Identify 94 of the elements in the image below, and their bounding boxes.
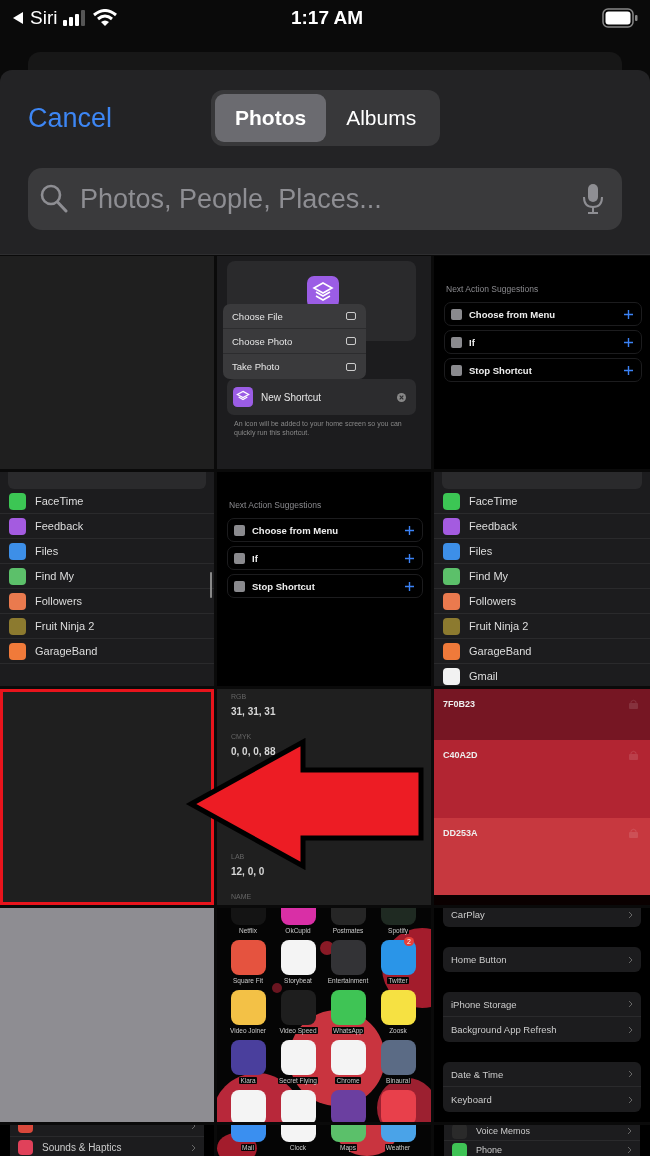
action-label: Choose from Menu	[469, 308, 557, 320]
action-label: If	[252, 552, 259, 564]
segment-tab[interactable]: Photos	[215, 94, 327, 142]
app-name: FaceTime	[35, 495, 84, 507]
section-heading: Next Action Suggestions	[229, 500, 323, 510]
action-icon	[234, 552, 245, 564]
action-icon	[234, 580, 245, 592]
app-name: Files	[35, 545, 59, 557]
menu-item-icon	[346, 337, 356, 345]
app-name: Find My	[35, 570, 75, 582]
chevron-icon	[191, 1143, 196, 1152]
photo-thumbnail[interactable]: 7F0B23 C40A2D DD253A	[434, 689, 650, 905]
chevron-icon	[627, 1146, 632, 1154]
action-label: Choose from Menu	[252, 524, 340, 536]
plus-icon	[624, 309, 633, 319]
plus-icon	[624, 365, 633, 375]
chevron-icon	[628, 1070, 633, 1078]
clear-icon	[397, 392, 406, 402]
settings-item: Home Button	[451, 954, 507, 965]
hex-code: DD253A	[443, 828, 478, 838]
app-name: Find My	[469, 570, 509, 582]
plus-icon	[405, 581, 414, 591]
app-name: Followers	[469, 595, 517, 607]
segment-tab[interactable]: Albums	[326, 94, 437, 142]
photo-thumbnail[interactable]	[0, 908, 214, 1122]
search-icon	[40, 184, 68, 214]
field-value: 31, 31, 31	[231, 706, 277, 717]
action-label: If	[469, 336, 476, 348]
lock-icon	[629, 828, 638, 838]
menu-item-icon	[346, 362, 356, 371]
action-icon	[451, 308, 462, 320]
search-field[interactable]: Photos, People, Places...	[28, 168, 622, 230]
settings-item: Sounds & Haptics	[42, 1142, 123, 1153]
battery-icon	[602, 8, 638, 28]
chevron-icon	[628, 1095, 633, 1104]
action-label: Stop Shortcut	[252, 580, 316, 592]
action-label: Stop Shortcut	[469, 364, 533, 376]
chevron-icon	[628, 1000, 633, 1008]
photo-thumbnail[interactable]: CarPlay Home Button iPhone Storage Background App Refresh Date & Time Keyboard	[434, 908, 650, 1122]
back-label[interactable]: Siri	[30, 7, 58, 29]
menu-item: Choose File	[232, 310, 283, 322]
app-name: Fruit Ninja 2	[469, 620, 529, 632]
settings-item: Date & Time	[451, 1068, 504, 1080]
settings-item: Voice Memos	[476, 1126, 532, 1136]
section-heading: Next Action Suggestions	[446, 284, 540, 294]
hex-code: C40A2D	[443, 750, 478, 760]
photo-thumbnail[interactable]: Voice Memos Phone	[434, 1125, 650, 1156]
photo-thumbnail[interactable]: Next Action Suggestions Choose from Menu If Stop Shortcut	[217, 472, 431, 686]
photo-thumbnail[interactable]: FaceTime Feedback Files Find My Followers Fruit Ninja 2 GarageBand	[0, 472, 214, 686]
field-value: 0, 0, 0, 88	[231, 746, 277, 757]
settings-item: Phone	[476, 1145, 504, 1155]
layers-icon	[233, 387, 253, 407]
microphone-icon[interactable]	[582, 183, 604, 215]
photo-thumbnail[interactable]	[0, 689, 214, 905]
chevron-icon	[628, 1025, 633, 1034]
action-icon	[234, 524, 245, 536]
plus-icon	[405, 525, 414, 535]
photo-thumbnail[interactable]: FaceTime Feedback Files Find My Followers Fruit Ninja 2 GarageBand Gmail	[434, 472, 650, 686]
settings-item: Keyboard	[451, 1094, 492, 1105]
plus-icon	[624, 337, 633, 347]
menu-item: Choose Photo	[232, 335, 293, 347]
app-name: Feedback	[469, 520, 518, 532]
settings-item: iPhone Storage	[451, 998, 517, 1010]
chevron-icon	[628, 910, 633, 919]
menu-item-icon	[346, 312, 356, 320]
app-name: Gmail	[469, 670, 498, 682]
photo-thumbnail[interactable]: Sounds & Haptics	[0, 1125, 214, 1156]
menu-item: Take Photo	[232, 361, 280, 372]
chevron-icon	[628, 955, 633, 964]
app-name: Files	[469, 545, 493, 557]
chevron-icon	[627, 1127, 632, 1135]
photo-thumbnail[interactable]: Next Action Suggestions Choose from Menu If Stop Shortcut	[434, 256, 650, 469]
app-name: Feedback	[35, 520, 84, 532]
app-name: FaceTime	[469, 495, 518, 507]
field-value: 12, 0, 0	[231, 866, 266, 877]
shortcut-name: New Shortcut	[261, 391, 323, 403]
wifi-icon	[93, 9, 118, 27]
app-name: Fruit Ninja 2	[35, 620, 95, 632]
back-icon	[12, 11, 24, 25]
signal-icon	[63, 10, 88, 26]
app-name: Followers	[35, 595, 83, 607]
cancel-button[interactable]: Cancel	[28, 102, 211, 134]
settings-item: CarPlay	[451, 909, 485, 920]
hex-code: 7F0B23	[443, 699, 476, 709]
clock-time: 1:17 AM	[290, 7, 364, 29]
plus-icon	[405, 553, 414, 563]
settings-item: Background App Refresh	[451, 1024, 557, 1035]
photo-thumbnail[interactable]	[0, 256, 214, 469]
lock-icon	[629, 750, 638, 760]
app-name: GarageBand	[35, 645, 98, 657]
lock-icon	[629, 699, 638, 709]
app-name: GarageBand	[469, 645, 532, 657]
action-icon	[451, 364, 462, 376]
action-icon	[451, 336, 462, 348]
